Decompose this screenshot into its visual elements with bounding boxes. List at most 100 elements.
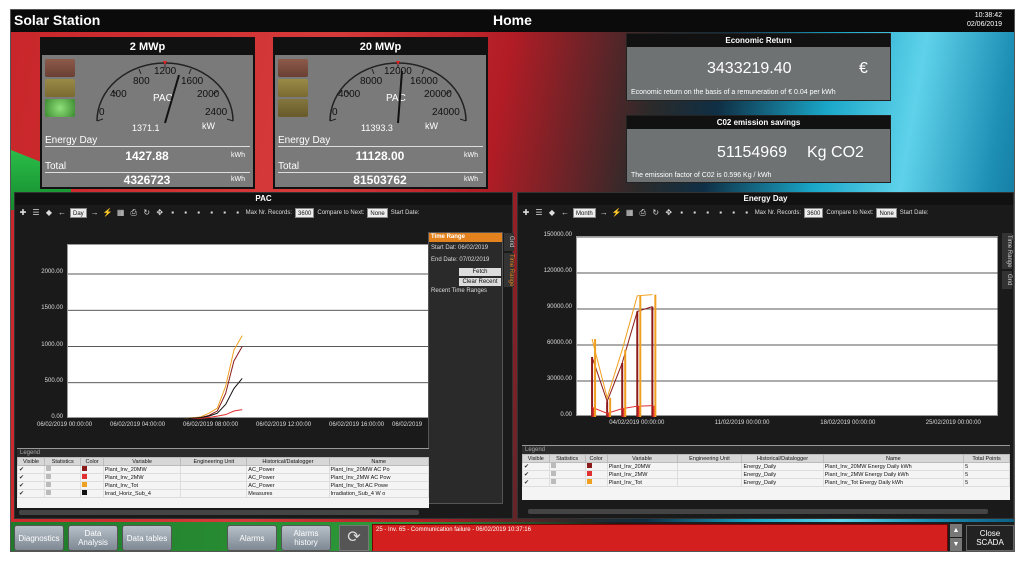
diagnostics-button[interactable]: Diagnostics <box>14 525 64 551</box>
alarm-banner[interactable]: 25 - Inv. 65 - Communication failure - 0… <box>372 524 948 551</box>
alarm-up-button[interactable]: ▲ <box>950 524 962 537</box>
max-records-input[interactable]: 3600 <box>804 208 824 218</box>
visible-checkbox[interactable]: ✔ <box>17 481 46 490</box>
legend-row[interactable]: ✔ Plant_Inv_20MW AC_Power Plant_Inv_20MW AC… <box>17 465 429 474</box>
statistics-checkbox[interactable] <box>44 473 82 482</box>
add-icon[interactable]: ✚ <box>18 208 28 218</box>
chart-icon[interactable]: ⚡ <box>103 208 113 218</box>
arrow-left-icon[interactable]: ← <box>560 208 570 218</box>
legend-header[interactable]: Name <box>822 454 965 463</box>
horizontal-scrollbar[interactable] <box>19 510 419 515</box>
alarm-down-button[interactable]: ▼ <box>950 538 962 551</box>
legend-row[interactable]: ✔ Plant_Inv_Tot AC_Power Plant_Inv_Tot AC P… <box>17 481 429 490</box>
list-icon[interactable]: ☰ <box>31 208 41 218</box>
legend-row[interactable]: ✔ Plant_Inv_Tot Energy_Daily Plant_Inv_Tot … <box>522 478 1010 487</box>
time-range-tab[interactable]: Time Range <box>1002 233 1012 269</box>
end-date-input[interactable]: 07/02/2019 <box>459 257 489 263</box>
day-icon[interactable]: ▪ <box>194 208 204 218</box>
period-select[interactable]: Month <box>573 208 596 218</box>
print-icon[interactable]: ⎙ <box>129 208 139 218</box>
grid-tab[interactable]: Grid <box>1002 271 1012 289</box>
legend-header[interactable]: Color <box>584 454 608 463</box>
clear-recent-button[interactable]: Clear Recent <box>459 278 501 286</box>
statistics-checkbox[interactable] <box>44 465 82 474</box>
year-icon[interactable]: ▪ <box>742 208 752 218</box>
table-icon[interactable]: ▦ <box>116 208 126 218</box>
list-icon[interactable]: ☰ <box>534 208 544 218</box>
add-icon[interactable]: ✚ <box>521 208 531 218</box>
minute-icon[interactable]: ▪ <box>168 208 178 218</box>
legend-header[interactable]: Variable <box>606 454 678 463</box>
max-records-input[interactable]: 3600 <box>295 208 315 218</box>
statistics-checkbox[interactable] <box>44 489 82 498</box>
legend-row[interactable]: ✔ Plant_Inv_20MW Energy_Daily Plant_Inv_20M… <box>522 462 1010 471</box>
visible-checkbox[interactable]: ✔ <box>17 489 46 498</box>
statistics-checkbox[interactable] <box>548 478 586 487</box>
x-tick-label: 11/02/2019 00:00:00 <box>714 420 770 426</box>
alarms-button[interactable]: Alarms <box>227 525 277 551</box>
week-icon[interactable]: ▪ <box>716 208 726 218</box>
energy-legend: Legend Visible Statistics Color Variable Eng… <box>522 445 1010 500</box>
arrow-left-icon[interactable]: ← <box>57 208 67 218</box>
month-icon[interactable]: ▪ <box>220 208 230 218</box>
time-range-tab[interactable]: Time Range <box>504 253 514 287</box>
horizontal-scrollbar[interactable] <box>528 509 988 514</box>
print-icon[interactable]: ⎙ <box>638 208 648 218</box>
table-icon[interactable]: ▦ <box>625 208 635 218</box>
x-tick-label: 06/02/2019 00:00:00 <box>37 422 93 428</box>
compare-select[interactable]: None <box>876 208 897 218</box>
legend-header[interactable]: Color <box>80 457 104 466</box>
tag-icon[interactable]: ◆ <box>44 208 54 218</box>
legend-row[interactable]: ✔ Plant_Inv_2MW Energy_Daily Plant_Inv_2MW … <box>522 470 1010 479</box>
fetch-button[interactable]: Fetch <box>459 268 501 276</box>
statistics-checkbox[interactable] <box>44 481 82 490</box>
legend-header[interactable]: Statistics <box>44 457 82 466</box>
refresh-icon[interactable]: ↻ <box>651 208 661 218</box>
alarms-history-button[interactable]: Alarms history <box>281 525 331 551</box>
compare-select[interactable]: None <box>367 208 388 218</box>
refresh-button[interactable]: ⟳ <box>339 525 369 551</box>
data-analysis-button[interactable]: Data Analysis <box>68 525 118 551</box>
arrow-right-icon[interactable]: → <box>90 208 100 218</box>
visible-checkbox[interactable]: ✔ <box>522 462 550 471</box>
visible-checkbox[interactable]: ✔ <box>17 465 46 474</box>
period-select[interactable]: Day <box>70 208 87 218</box>
arrow-right-icon[interactable]: → <box>599 208 609 218</box>
day-icon[interactable]: ▪ <box>703 208 713 218</box>
grid-tab[interactable]: Grid <box>504 233 514 251</box>
energy-day-unit: kWh <box>464 152 478 159</box>
legend-header[interactable]: Name <box>328 457 429 466</box>
month-icon[interactable]: ▪ <box>729 208 739 218</box>
minute-icon[interactable]: ▪ <box>677 208 687 218</box>
legend-header[interactable]: Visible <box>522 454 550 463</box>
close-scada-button[interactable]: Close SCADA <box>966 525 1014 551</box>
pan-icon[interactable]: ✥ <box>664 208 674 218</box>
visible-checkbox[interactable]: ✔ <box>17 473 46 482</box>
hour-icon[interactable]: ▪ <box>181 208 191 218</box>
legend-header[interactable]: Historical/Datalogger <box>246 457 330 466</box>
hour-icon[interactable]: ▪ <box>690 208 700 218</box>
chart-icon[interactable]: ⚡ <box>612 208 622 218</box>
year-icon[interactable]: ▪ <box>233 208 243 218</box>
legend-row[interactable]: ✔ Irrad_Horiz_Sub_4 Measures Irradiation_Su… <box>17 489 429 498</box>
tag-icon[interactable]: ◆ <box>547 208 557 218</box>
visible-checkbox[interactable]: ✔ <box>522 478 550 487</box>
legend-header[interactable]: Engineering Unit <box>676 454 743 463</box>
legend-header[interactable]: Visible <box>17 457 46 466</box>
legend-header[interactable]: Historical/Datalogger <box>741 454 824 463</box>
week-icon[interactable]: ▪ <box>207 208 217 218</box>
statistics-checkbox[interactable] <box>548 470 586 479</box>
variable-cell: Plant_Inv_Tot <box>606 478 678 487</box>
legend-row[interactable]: ✔ Plant_Inv_2MW AC_Power Plant_Inv_2MW AC P… <box>17 473 429 482</box>
legend-header[interactable]: Total Points <box>963 454 1010 463</box>
refresh-icon[interactable]: ↻ <box>142 208 152 218</box>
legend-header[interactable]: Engineering Unit <box>180 457 248 466</box>
legend-header[interactable]: Statistics <box>548 454 586 463</box>
legend-header[interactable]: Variable <box>102 457 182 466</box>
start-date-input[interactable]: 06/02/2019 <box>458 245 488 251</box>
data-tables-button[interactable]: Data tables <box>122 525 172 551</box>
status-lights <box>45 59 75 121</box>
pan-icon[interactable]: ✥ <box>155 208 165 218</box>
statistics-checkbox[interactable] <box>548 462 586 471</box>
visible-checkbox[interactable]: ✔ <box>522 470 550 479</box>
